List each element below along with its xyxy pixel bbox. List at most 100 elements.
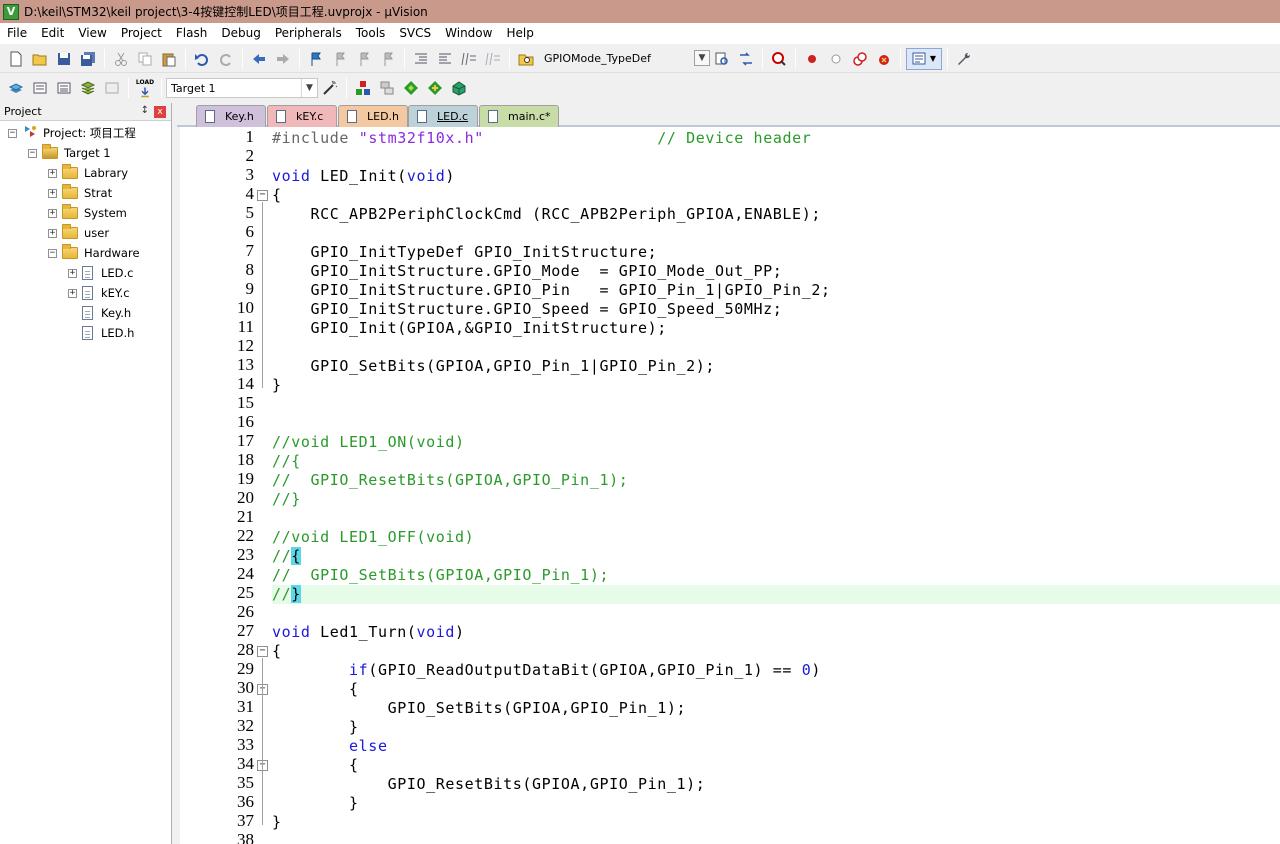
comment-button[interactable]: [458, 48, 480, 70]
redo-button[interactable]: [215, 48, 237, 70]
code-line[interactable]: {: [272, 186, 282, 205]
code-editor[interactable]: 1 2 3 4 5 6 7 8 9 10 11 12 13 14 15 16 17 18 19 20 21 22 23 24 2…: [177, 127, 1280, 844]
expand-icon[interactable]: +: [48, 188, 57, 198]
tree-item[interactable]: + kEY.c: [68, 283, 130, 303]
code-line[interactable]: }: [272, 813, 282, 832]
tab-led-h[interactable]: LED.h: [338, 105, 408, 127]
save-all-button[interactable]: [77, 48, 99, 70]
code-line[interactable]: //void LED1_ON(void): [272, 433, 465, 452]
undo-button[interactable]: [191, 48, 213, 70]
indent-button[interactable]: [410, 48, 432, 70]
replace-button[interactable]: [735, 48, 757, 70]
translate-button[interactable]: [5, 77, 27, 99]
expand-icon[interactable]: +: [48, 168, 57, 178]
expand-icon[interactable]: +: [48, 228, 57, 238]
tree-item[interactable]: + user: [48, 223, 109, 243]
code-line[interactable]: RCC_APB2PeriphClockCmd (RCC_APB2Periph_G…: [272, 205, 821, 224]
menu-view[interactable]: View: [71, 23, 113, 44]
code-line[interactable]: // GPIO_ResetBits(GPIOA,GPIO_Pin_1);: [272, 471, 628, 490]
save-button[interactable]: [53, 48, 75, 70]
code-line[interactable]: //void LED1_OFF(void): [272, 528, 474, 547]
tab-key-c[interactable]: kEY.c: [267, 105, 337, 127]
code-line[interactable]: GPIO_InitStructure.GPIO_Mode = GPIO_Mode…: [272, 262, 782, 281]
copy-button[interactable]: [134, 48, 156, 70]
code-line[interactable]: {: [272, 756, 359, 775]
uncomment-button[interactable]: [482, 48, 504, 70]
find-combo[interactable]: GPIOMode_TypeDef ▼: [540, 49, 710, 69]
pack-installer-button[interactable]: [424, 77, 446, 99]
paste-button[interactable]: [158, 48, 180, 70]
code-line[interactable]: GPIO_Init(GPIOA,&GPIO_InitStructure);: [272, 319, 667, 338]
tree-item[interactable]: + Labrary: [48, 163, 128, 183]
open-file-button[interactable]: [29, 48, 51, 70]
previous-bookmark-button[interactable]: [329, 48, 351, 70]
window-layout-button[interactable]: ▼: [906, 47, 942, 70]
menu-svcs[interactable]: SVCS: [392, 23, 438, 44]
find-button[interactable]: [711, 48, 733, 70]
code-area[interactable]: #include "stm32f10x.h" // Device header v…: [272, 127, 1280, 844]
code-line[interactable]: void Led1_Turn(void): [272, 623, 465, 642]
close-icon[interactable]: x: [154, 106, 166, 118]
tree-item[interactable]: − Target 1: [28, 143, 111, 163]
menu-tools[interactable]: Tools: [349, 23, 393, 44]
cut-button[interactable]: [110, 48, 132, 70]
tree-item[interactable]: LED.h: [68, 323, 134, 343]
code-line[interactable]: {: [272, 642, 282, 661]
expand-icon[interactable]: +: [68, 288, 77, 298]
collapse-icon[interactable]: −: [48, 248, 57, 258]
clear-bookmarks-button[interactable]: [377, 48, 399, 70]
code-line[interactable]: if(GPIO_ReadOutputDataBit(GPIOA,GPIO_Pin…: [272, 661, 821, 680]
code-line[interactable]: else: [272, 737, 388, 756]
fold-collapse-icon[interactable]: −: [257, 190, 268, 201]
code-line[interactable]: //{: [272, 452, 301, 471]
expand-icon[interactable]: +: [68, 268, 77, 278]
menu-file[interactable]: File: [0, 23, 34, 44]
kill-breakpoints-button[interactable]: [873, 48, 895, 70]
next-bookmark-button[interactable]: [353, 48, 375, 70]
menu-debug[interactable]: Debug: [214, 23, 267, 44]
menu-flash[interactable]: Flash: [169, 23, 214, 44]
tab-led-c[interactable]: LED.c: [408, 105, 478, 127]
code-line[interactable]: {: [272, 680, 359, 699]
target-options-button[interactable]: [319, 77, 341, 99]
tree-item[interactable]: − Hardware: [48, 243, 140, 263]
pin-icon[interactable]: ↕: [141, 105, 149, 116]
tree-item[interactable]: Key.h: [68, 303, 131, 323]
chevron-down-icon[interactable]: ▼: [301, 79, 317, 97]
manage-rte-button[interactable]: [400, 77, 422, 99]
tab-main-c-[interactable]: main.c*: [479, 105, 559, 127]
pack-installer2-button[interactable]: [448, 77, 470, 99]
insert-bookmark-button[interactable]: [305, 48, 327, 70]
menu-edit[interactable]: Edit: [34, 23, 71, 44]
configure-button[interactable]: [953, 48, 975, 70]
fold-collapse-icon[interactable]: −: [257, 646, 268, 657]
menu-help[interactable]: Help: [499, 23, 540, 44]
code-line[interactable]: GPIO_SetBits(GPIOA,GPIO_Pin_1|GPIO_Pin_2…: [272, 357, 715, 376]
code-line[interactable]: }: [272, 718, 359, 737]
batch-build-button[interactable]: [77, 77, 99, 99]
code-line[interactable]: // GPIO_SetBits(GPIOA,GPIO_Pin_1);: [272, 566, 609, 585]
collapse-icon[interactable]: −: [28, 148, 37, 158]
uvision-app-icon[interactable]: V: [3, 3, 19, 20]
unindent-button[interactable]: [434, 48, 456, 70]
code-line[interactable]: #include "stm32f10x.h" // Device header: [272, 129, 811, 148]
new-file-button[interactable]: [5, 48, 27, 70]
stop-build-button[interactable]: [101, 77, 123, 99]
find-in-files-button[interactable]: [515, 48, 537, 70]
start-debug-button[interactable]: [801, 48, 823, 70]
manage-project-items-button[interactable]: [352, 77, 374, 99]
navigate-forward-button[interactable]: [272, 48, 294, 70]
expand-icon[interactable]: +: [48, 208, 57, 218]
tree-item[interactable]: + System: [48, 203, 127, 223]
code-line[interactable]: //{: [272, 547, 301, 566]
code-line[interactable]: //}: [272, 585, 1280, 604]
code-line[interactable]: GPIO_InitTypeDef GPIO_InitStructure;: [272, 243, 657, 262]
build-button[interactable]: [29, 77, 51, 99]
tree-item[interactable]: − Project: 项目工程: [8, 123, 136, 143]
code-line[interactable]: GPIO_InitStructure.GPIO_Pin = GPIO_Pin_1…: [272, 281, 831, 300]
chevron-down-icon[interactable]: ▼: [694, 49, 710, 66]
menu-project[interactable]: Project: [114, 23, 169, 44]
code-line[interactable]: GPIO_ResetBits(GPIOA,GPIO_Pin_1);: [272, 775, 705, 794]
tree-item[interactable]: + LED.c: [68, 263, 134, 283]
menu-peripherals[interactable]: Peripherals: [268, 23, 349, 44]
